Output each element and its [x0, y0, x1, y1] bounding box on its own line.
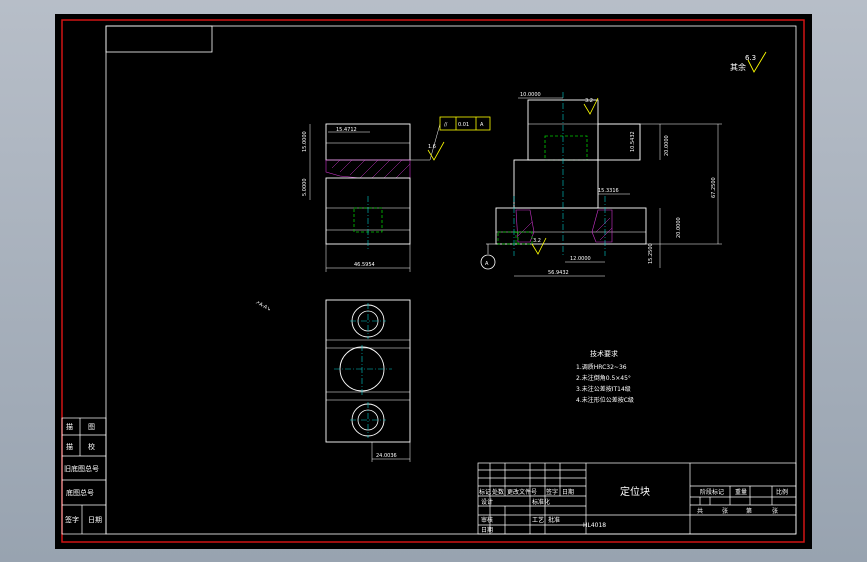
dim-left-h1: 15.0000 — [302, 131, 308, 152]
left-table-r3: 旧底图总号 — [64, 464, 99, 473]
tb-sign: 签字 — [546, 488, 558, 496]
tb-code: HL4018 — [583, 522, 606, 529]
roughness-bottom-value: 3.2 — [533, 238, 541, 244]
tech-req-1: 1.调质HRC32~36 — [576, 363, 627, 371]
tb-process: 工艺 — [532, 516, 544, 524]
tb-total: 共 — [697, 507, 703, 515]
drawing-canvas: 描 图 描 校 旧底图总号 底图总号 签字 日期 标记 处数 更改文件号 签字 … — [55, 14, 812, 549]
tb-mark: 标记 — [479, 488, 491, 496]
tol-value: 0.01 — [458, 122, 469, 128]
tb-check: 审核 — [481, 516, 493, 524]
left-table-r4: 底图总号 — [66, 488, 94, 497]
left-table-r2c1: 描 — [66, 442, 73, 451]
tech-req-3: 3.未注公差按IT14级 — [576, 385, 631, 393]
tb-count: 处数 — [492, 488, 504, 496]
left-table-r5c1: 签字 — [65, 515, 79, 524]
tech-req-title: 技术要求 — [590, 349, 618, 358]
cad-viewport[interactable]: 描 图 描 校 旧底图总号 底图总号 签字 日期 标记 处数 更改文件号 签字 … — [0, 0, 867, 562]
dim-plan-width: 24.0036 — [376, 453, 397, 459]
tol-symbol: // — [444, 122, 448, 128]
tol-datum: A — [480, 122, 484, 128]
tb-date: 日期 — [562, 488, 574, 496]
tb-date2: 日期 — [481, 526, 493, 534]
tb-approve: 批准 — [548, 516, 560, 524]
roughness-general-label: 其余 — [730, 62, 746, 72]
dim-right-small-w: 15.3316 — [598, 188, 619, 194]
tb-design: 设计 — [481, 498, 493, 506]
dim-left-bottom-width: 46.5954 — [354, 262, 375, 268]
dim-left-h2: 5.0000 — [302, 179, 308, 197]
tb-change: 更改文件号 — [507, 488, 537, 496]
dim-right-total-h: 67.2500 — [711, 177, 717, 198]
dim-right-bottom-w: 56.9432 — [548, 270, 569, 276]
dim-left-top-width: 15.4712 — [336, 127, 357, 133]
left-table-r5c2: 日期 — [88, 516, 102, 524]
roughness-mid-value: 1.6 — [428, 144, 436, 150]
datum-label: A — [485, 261, 489, 267]
tb-std: 标准化 — [532, 498, 550, 506]
tb-sheets: 张 — [722, 507, 728, 515]
tech-req-4: 4.未注形位公差按C级 — [576, 396, 634, 404]
dim-right-h-d: 15.2500 — [648, 243, 654, 264]
dim-right-h-b: 20.0000 — [664, 135, 670, 156]
drawing-title: 定位块 — [620, 485, 650, 498]
dim-right-mid-w: 12.0000 — [570, 256, 591, 262]
dim-right-top-width: 10.0000 — [520, 92, 541, 98]
tb-sheet: 张 — [772, 507, 778, 515]
left-table-r2c2: 校 — [88, 442, 95, 451]
tb-stage: 阶段标记 — [700, 488, 724, 496]
dim-right-h-c: 20.0000 — [676, 217, 682, 238]
tb-no: 第 — [746, 507, 752, 515]
left-table-r1c2: 图 — [88, 423, 95, 431]
left-table-r1c1: 描 — [66, 422, 73, 431]
tech-req-2: 2.未注倒角0.5×45° — [576, 374, 631, 382]
roughness-top-value: 3.2 — [585, 98, 593, 104]
dim-right-h-a: 10.5432 — [630, 131, 636, 152]
tb-weight: 重量 — [735, 488, 747, 496]
drawing-area — [55, 14, 812, 549]
roughness-general-value: 6.3 — [745, 54, 756, 62]
tb-scale: 比例 — [776, 488, 788, 496]
